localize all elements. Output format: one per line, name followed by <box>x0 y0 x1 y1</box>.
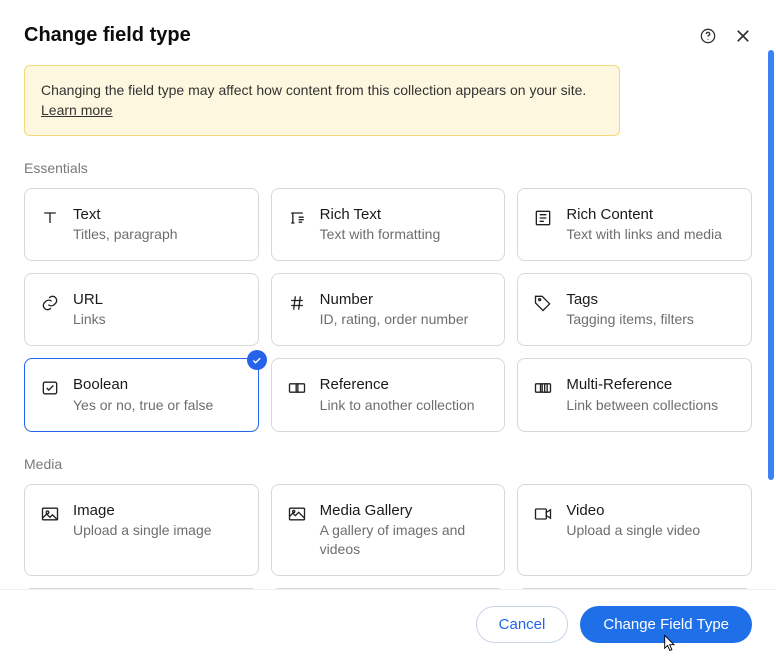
number-icon <box>286 292 308 314</box>
card-body: TextTitles, paragraph <box>73 205 244 244</box>
rich-content-icon <box>532 207 554 229</box>
card-body: URLLinks <box>73 290 244 329</box>
cancel-button[interactable]: Cancel <box>476 606 569 643</box>
card-description: Link between collections <box>566 396 737 415</box>
field-option-video[interactable]: VideoUpload a single video <box>517 484 752 576</box>
card-title: Image <box>73 501 244 521</box>
field-option-rich-text[interactable]: Rich TextText with formatting <box>271 188 506 261</box>
change-field-type-modal: Change field type Changing the field typ… <box>0 0 776 659</box>
card-title: Rich Text <box>320 205 491 225</box>
section-label: Essentials <box>24 160 752 176</box>
card-description: Text with links and media <box>566 225 737 244</box>
card-title: Multi-Reference <box>566 375 737 395</box>
card-body: VideoUpload a single video <box>566 501 737 540</box>
card-description: A gallery of images and videos <box>320 521 491 559</box>
header-actions <box>700 27 752 45</box>
card-description: Text with formatting <box>320 225 491 244</box>
card-title: Boolean <box>73 375 244 395</box>
card-description: Link to another collection <box>320 396 491 415</box>
card-title: Media Gallery <box>320 501 491 521</box>
modal-footer: Cancel Change Field Type <box>0 589 776 659</box>
media-gallery-icon <box>286 503 308 525</box>
warning-text: Changing the field type may affect how c… <box>41 82 586 98</box>
video-icon <box>532 503 554 525</box>
image-icon <box>39 503 61 525</box>
card-description: Upload a single image <box>73 521 244 540</box>
card-body: Media GalleryA gallery of images and vid… <box>320 501 491 559</box>
card-body: TagsTagging items, filters <box>566 290 737 329</box>
card-title: Text <box>73 205 244 225</box>
help-icon[interactable] <box>700 28 716 44</box>
reference-icon <box>286 377 308 399</box>
rich-text-icon <box>286 207 308 229</box>
scrollbar-thumb[interactable] <box>768 50 774 480</box>
close-icon[interactable] <box>734 27 752 45</box>
change-field-type-button[interactable]: Change Field Type <box>580 606 752 643</box>
card-description: Yes or no, true or false <box>73 396 244 415</box>
tags-icon <box>532 292 554 314</box>
field-type-grid: ImageUpload a single imageMedia GalleryA… <box>24 484 752 589</box>
card-title: Tags <box>566 290 737 310</box>
field-option-rich-content[interactable]: Rich ContentText with links and media <box>517 188 752 261</box>
field-option-image[interactable]: ImageUpload a single image <box>24 484 259 576</box>
boolean-icon <box>39 377 61 399</box>
field-option-media-gallery[interactable]: Media GalleryA gallery of images and vid… <box>271 484 506 576</box>
card-title: URL <box>73 290 244 310</box>
card-body: ReferenceLink to another collection <box>320 375 491 414</box>
modal-content: Changing the field type may affect how c… <box>0 55 776 589</box>
card-description: Upload a single video <box>566 521 737 540</box>
card-description: Links <box>73 310 244 329</box>
field-option-url[interactable]: URLLinks <box>24 273 259 346</box>
url-icon <box>39 292 61 314</box>
card-title: Number <box>320 290 491 310</box>
field-type-grid: TextTitles, paragraphRich TextText with … <box>24 188 752 432</box>
modal-header: Change field type <box>0 0 776 55</box>
field-option-number[interactable]: NumberID, rating, order number <box>271 273 506 346</box>
selected-check-icon <box>247 350 267 370</box>
card-body: Multi-ReferenceLink between collections <box>566 375 737 414</box>
field-option-boolean[interactable]: BooleanYes or no, true or false <box>24 358 259 431</box>
warning-banner: Changing the field type may affect how c… <box>24 65 620 136</box>
card-body: Rich ContentText with links and media <box>566 205 737 244</box>
learn-more-link[interactable]: Learn more <box>41 102 113 118</box>
multi-reference-icon <box>532 377 554 399</box>
field-option-text[interactable]: TextTitles, paragraph <box>24 188 259 261</box>
card-body: ImageUpload a single image <box>73 501 244 540</box>
card-body: BooleanYes or no, true or false <box>73 375 244 414</box>
field-option-reference[interactable]: ReferenceLink to another collection <box>271 358 506 431</box>
field-option-tags[interactable]: TagsTagging items, filters <box>517 273 752 346</box>
field-option-multi-reference[interactable]: Multi-ReferenceLink between collections <box>517 358 752 431</box>
card-description: Tagging items, filters <box>566 310 737 329</box>
card-title: Rich Content <box>566 205 737 225</box>
field-option-multiple-documents[interactable]: Multiple documentsLet site site visitors… <box>517 588 752 589</box>
card-body: NumberID, rating, order number <box>320 290 491 329</box>
card-body: Rich TextText with formatting <box>320 205 491 244</box>
field-option-document[interactable]: DocumentAdd files to a collection <box>271 588 506 589</box>
card-description: ID, rating, order number <box>320 310 491 329</box>
card-title: Reference <box>320 375 491 395</box>
field-option-audio[interactable]: AudioUpload a audio file <box>24 588 259 589</box>
modal-title: Change field type <box>24 24 191 47</box>
card-description: Titles, paragraph <box>73 225 244 244</box>
section-label: Media <box>24 456 752 472</box>
text-icon <box>39 207 61 229</box>
card-title: Video <box>566 501 737 521</box>
